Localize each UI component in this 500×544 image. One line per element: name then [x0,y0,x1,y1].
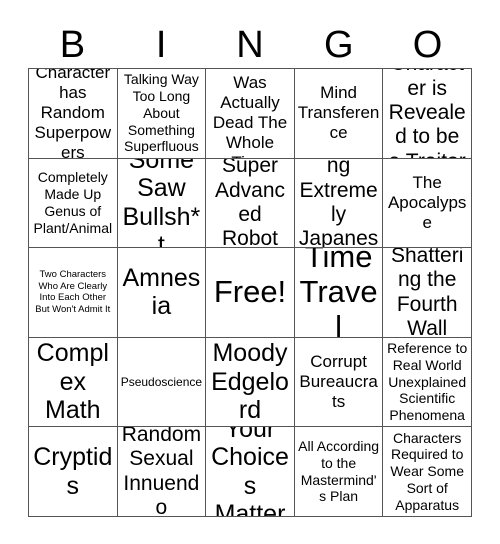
bingo-cell[interactable]: Time Travel [294,248,383,337]
bingo-cell[interactable]: Corrupt Bureaucrats [294,337,383,427]
bingo-cell[interactable]: Random Sexual Innuendo [117,427,206,516]
bingo-cell-label: Mind Transference [297,83,380,143]
bingo-cell-label: Character has Random Superpowers [34,69,112,158]
bingo-cell-label: Pseudoscience [120,374,203,389]
bingo-card: B I N G O Character has Random Superpowe… [0,0,500,544]
bingo-cell[interactable]: Complex Math [29,337,117,427]
bingo-cell-label: Super Advanced Robot [214,158,286,248]
bingo-cell-label: Amnesia [122,263,201,321]
bingo-cell[interactable]: Pseudoscience [117,337,206,427]
bingo-cell-label: The Apocalypse [387,172,467,232]
bingo-cell-label: Talking Way Too Long About Something Sup… [123,71,199,155]
bingo-cell[interactable]: Character Was Actually Dead The Whole Ti… [206,69,294,158]
bingo-cell-label: All According to the Mastermind's Plan [298,438,380,505]
bingo-cell-label: Corrupt Bureaucrats [299,352,378,412]
bingo-cell[interactable]: Amnesia [117,248,206,337]
bingo-cell[interactable]: Characters Required to Wear Some Sort of… [383,427,471,516]
bingo-cell-label: Time Travel [299,248,378,337]
bingo-cell[interactable]: Talking Way Too Long About Something Sup… [117,69,206,158]
bingo-cell[interactable]: Cryptids [29,427,117,516]
bingo-cell-label: Completely Made Up Genus of Plant/Animal [33,169,113,236]
bingo-grid: Character has Random Superpowers Talking … [28,68,472,517]
header-letter-b: B [59,24,86,66]
bingo-cell-label: Your Choices Matter [211,427,289,516]
bingo-cell-label: Reference to Real World Unexplained Scie… [387,340,468,424]
bingo-cell-label: Free! [213,274,287,310]
bingo-cell[interactable]: Shattering the Fourth Wall [383,248,471,337]
bingo-cell[interactable]: Character has Random Superpowers [29,69,117,158]
header-letter-g: G [324,24,354,66]
bingo-cell[interactable]: Character is Revealed to be a Traitor [383,69,471,158]
bingo-cell[interactable]: Super Advanced Robot [206,158,294,248]
bingo-cell-label: Shattering the Fourth Wall [391,248,464,337]
bingo-cell-label: Characters Required to Wear Some Sort of… [390,429,465,513]
bingo-cell[interactable]: The Apocalypse [383,158,471,248]
bingo-cell-label: Character is Revealed to be a Traitor [388,69,466,158]
bingo-cell[interactable]: Your Choices Matter [206,427,294,516]
bingo-cell[interactable]: Two Characters Who Are Clearly Into Each… [29,248,117,337]
bingo-cell-label: Two Characters Who Are Clearly Into Each… [35,268,111,316]
bingo-cell[interactable]: Mind Transference [294,69,383,158]
bingo-cell[interactable]: Reference to Real World Unexplained Scie… [383,337,471,427]
header-letter-i: I [155,24,167,66]
bingo-cell[interactable]: Some Saw Bullsh*t [117,158,206,248]
bingo-cell-label: Moody Edgelord [211,339,289,425]
bingo-cell-label: Cryptids [33,443,113,500]
bingo-free-space[interactable]: Free! [206,248,294,337]
bingo-cell-label: Something Extremely Japanese [298,158,379,248]
bingo-cell[interactable]: Something Extremely Japanese [294,158,383,248]
bingo-cell-label: Some Saw Bullsh*t [122,158,201,248]
bingo-cell-label: Character Was Actually Dead The Whole Ti… [212,69,288,158]
bingo-cell-label: Complex Math [36,339,109,425]
bingo-cell-label: Random Sexual Innuendo [121,427,202,516]
bingo-cell[interactable]: All According to the Mastermind's Plan [294,427,383,516]
bingo-cell[interactable]: Moody Edgelord [206,337,294,427]
header-letter-n: N [236,24,264,66]
bingo-header: B I N G O [28,22,472,68]
header-letter-o: O [412,24,443,66]
bingo-cell[interactable]: Completely Made Up Genus of Plant/Animal [29,158,117,248]
